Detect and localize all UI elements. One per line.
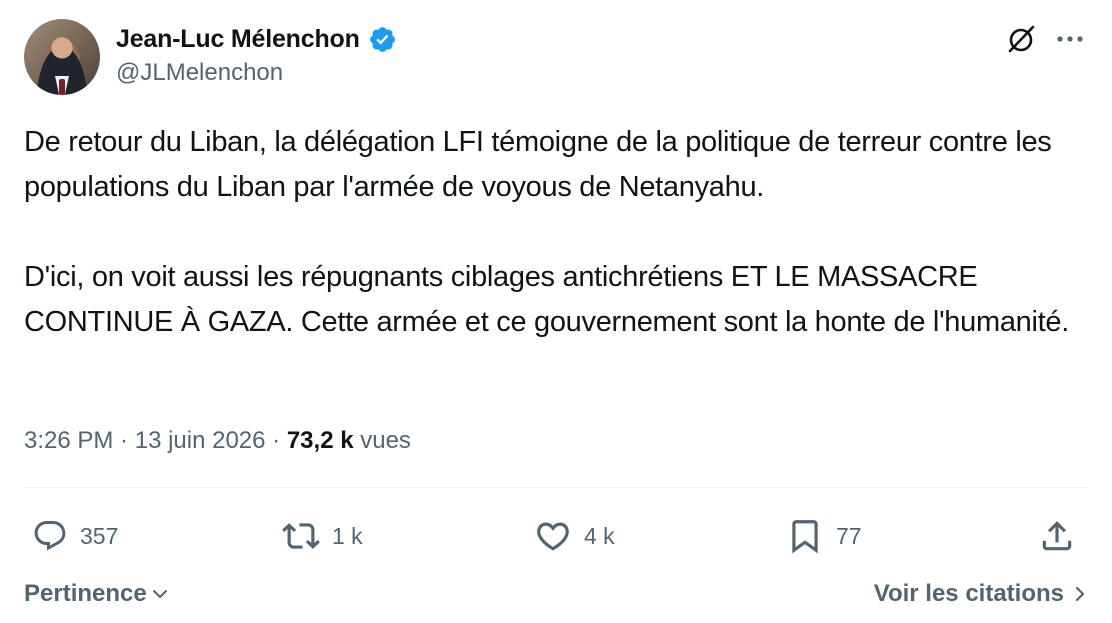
tweet-card: Jean-Luc Mélenchon @JLMelenchon De retou… <box>0 0 1112 623</box>
author-handle[interactable]: @JLMelenchon <box>116 59 283 87</box>
bookmark-count: 77 <box>836 522 862 549</box>
reply-icon <box>34 521 66 551</box>
author-display-name[interactable]: Jean-Luc Mélenchon <box>116 25 360 54</box>
quotes-label: Voir les citations <box>873 580 1064 607</box>
bookmark-icon <box>792 520 818 554</box>
share-button[interactable] <box>1038 508 1076 564</box>
tweet-paragraph: De retour du Liban, la délégation LFI té… <box>24 126 1052 203</box>
views-count[interactable]: 73,2 k <box>287 427 354 455</box>
reply-count: 357 <box>80 522 119 549</box>
views-label: vues <box>360 427 411 454</box>
tweet-text: De retour du Liban, la délégation LFI té… <box>24 120 1088 345</box>
author-name-row: Jean-Luc Mélenchon <box>116 22 397 56</box>
action-bar: 357 1 k 4 k 77 <box>24 508 1088 564</box>
chevron-down-icon <box>152 590 167 598</box>
repost-button[interactable]: 1 k <box>282 508 363 564</box>
meta-separator: · <box>265 427 287 454</box>
meta-separator: · <box>113 427 135 454</box>
tweet-meta: 3:26 PM · 13 juin 2026 · 73,2 k vues <box>24 423 411 459</box>
sort-label: Pertinence <box>24 580 147 607</box>
more-icon <box>1057 36 1083 42</box>
tweet-date[interactable]: 13 juin 2026 <box>135 427 266 455</box>
bookmark-button[interactable]: 77 <box>786 508 862 564</box>
reply-button[interactable]: 357 <box>32 508 118 564</box>
view-quotes-link[interactable]: Voir les citations <box>874 576 1088 612</box>
tweet-paragraph: D'ici, on voit aussi les répugnants cibl… <box>24 261 1069 338</box>
verified-badge-icon[interactable] <box>368 25 397 54</box>
chevron-right-icon <box>1075 586 1085 602</box>
avatar-tie <box>59 79 65 95</box>
repost-icon <box>282 523 320 549</box>
tweet-time[interactable]: 3:26 PM <box>24 427 113 455</box>
like-count: 4 k <box>584 522 615 549</box>
heart-icon <box>537 522 569 551</box>
avatar[interactable] <box>24 19 100 95</box>
more-button[interactable] <box>1053 22 1087 56</box>
repost-count: 1 k <box>332 522 363 549</box>
grok-icon <box>1008 25 1035 53</box>
grok-button[interactable] <box>1004 22 1038 56</box>
like-button[interactable]: 4 k <box>534 508 615 564</box>
divider <box>24 487 1088 488</box>
share-icon <box>1042 521 1072 551</box>
views-spacer <box>354 427 361 455</box>
sort-dropdown[interactable]: Pertinence <box>24 576 169 612</box>
